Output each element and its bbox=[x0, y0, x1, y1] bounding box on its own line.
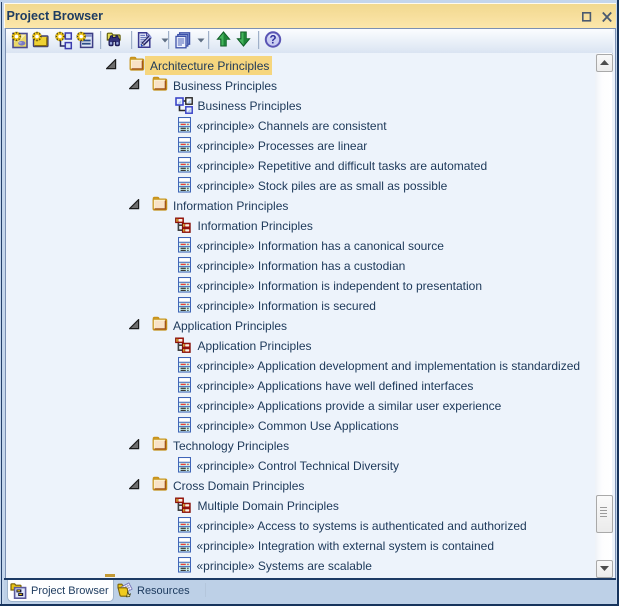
svg-text:?: ? bbox=[269, 35, 276, 47]
